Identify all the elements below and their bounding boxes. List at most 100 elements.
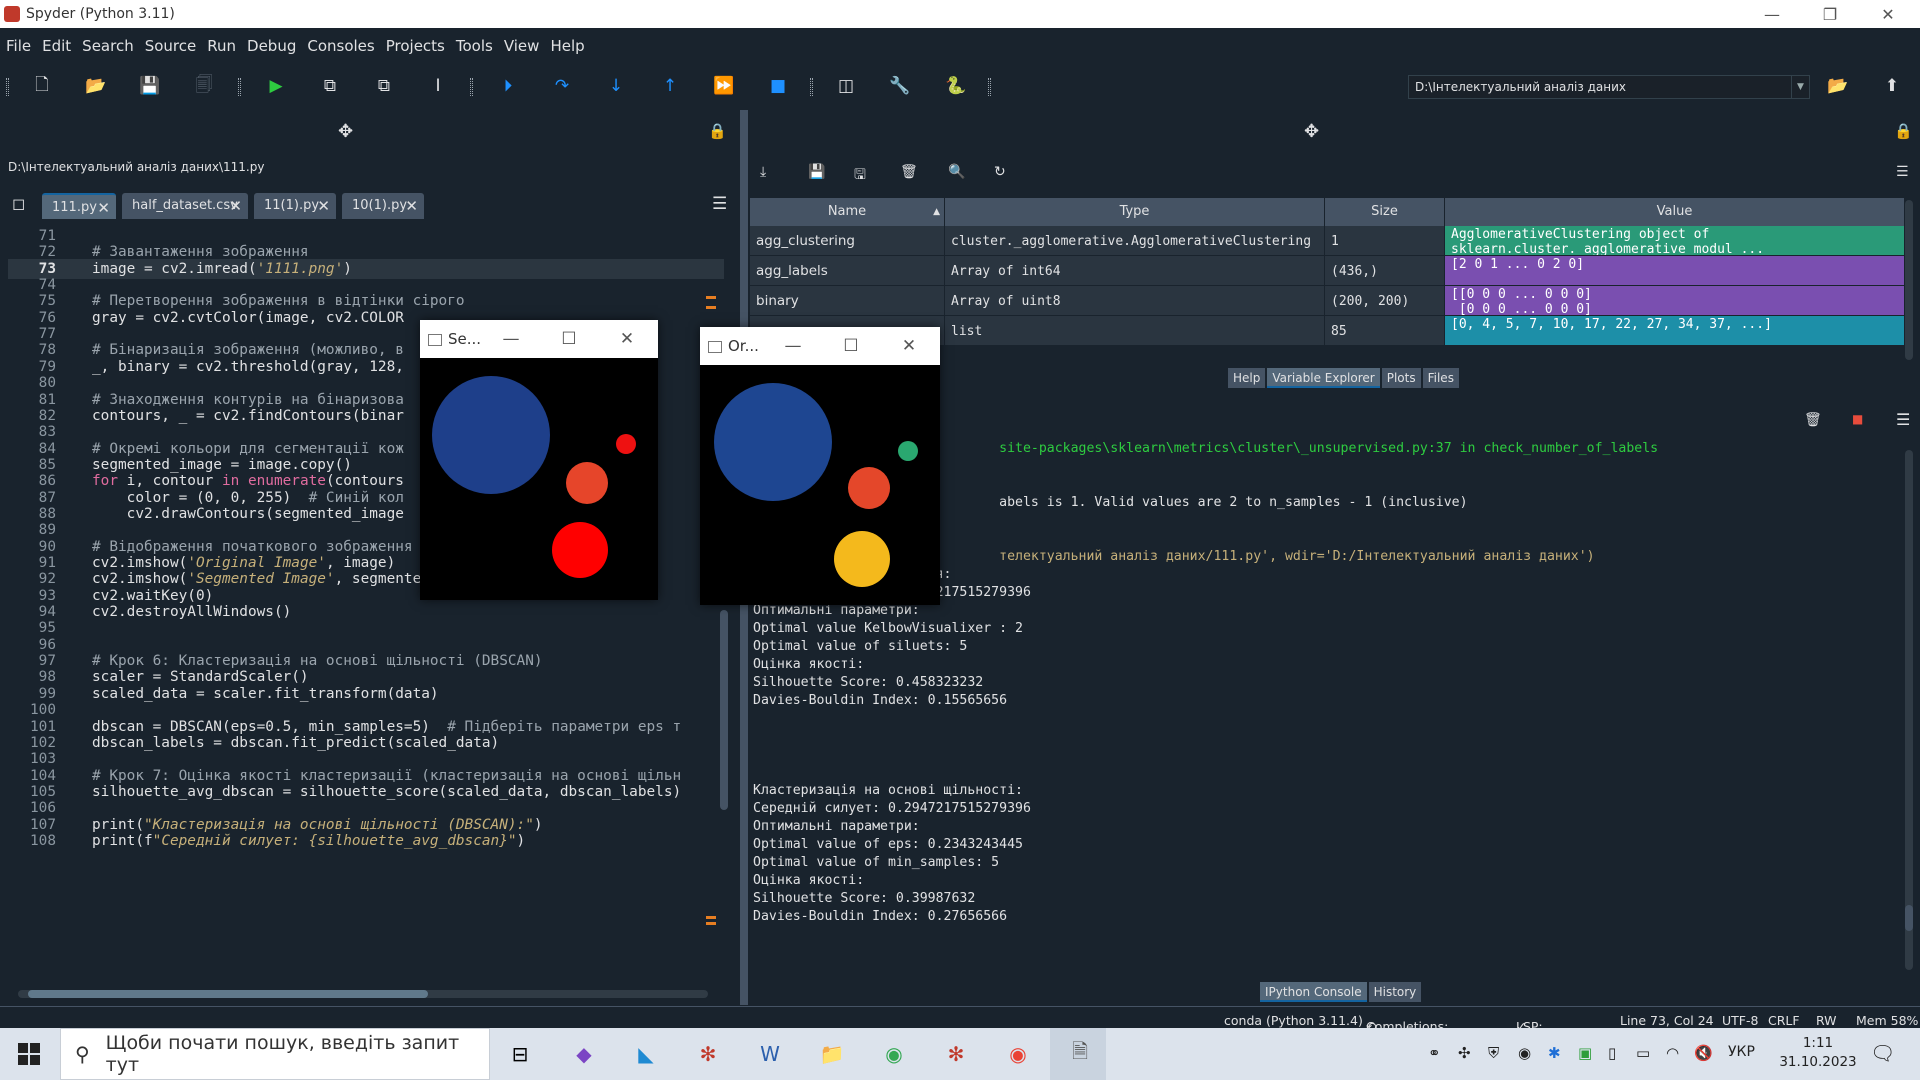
pane-tab-help[interactable]: Help: [1228, 368, 1266, 388]
active-document-icon[interactable]: 🗎: [1064, 1038, 1096, 1070]
wifi-icon[interactable]: ◠: [1666, 1044, 1679, 1062]
shield-icon[interactable]: ⛨: [1488, 1044, 1499, 1062]
bluetooth-icon[interactable]: ✱: [1548, 1044, 1561, 1062]
pane-tab-history[interactable]: History: [1368, 982, 1422, 1002]
task-view-icon[interactable]: ⊟: [504, 1038, 536, 1070]
variable-size-cell[interactable]: (200, 200): [1325, 286, 1445, 316]
variable-value-cell[interactable]: [[0 0 0 ... 0 0 0] [0 0 0 ... 0 0 0]: [1445, 286, 1905, 316]
save-all-icon[interactable]: 🗐: [192, 74, 216, 98]
variable-value-cell[interactable]: [2 0 1 ... 0 2 0]: [1445, 256, 1905, 286]
step-over-icon[interactable]: ↷: [550, 74, 574, 98]
open-file-icon[interactable]: 📂: [84, 74, 108, 98]
close-button[interactable]: ✕: [1859, 0, 1917, 28]
status-env[interactable]: conda (Python 3.11.4): [1224, 1013, 1363, 1028]
variable-size-cell[interactable]: 1: [1325, 226, 1445, 256]
parent-directory-icon[interactable]: ⬆: [1880, 74, 1904, 98]
continue-icon[interactable]: ⏩: [712, 74, 736, 98]
scroll-thumb[interactable]: [28, 990, 428, 998]
file-explorer-icon[interactable]: 📁: [816, 1038, 848, 1070]
close-tab-icon[interactable]: ✕: [229, 193, 242, 219]
variable-value-cell[interactable]: AgglomerativeClustering object of sklear…: [1445, 226, 1905, 256]
console-vertical-scrollbar[interactable]: [1905, 450, 1913, 970]
menu-edit[interactable]: Edit: [42, 37, 71, 55]
volume-muted-icon[interactable]: 🔇: [1694, 1044, 1713, 1062]
variable-size-cell[interactable]: 85: [1325, 316, 1445, 346]
chevron-down-icon[interactable]: ▼: [1791, 76, 1809, 98]
browse-folder-icon[interactable]: 📂: [1826, 74, 1850, 98]
tab-half-dataset[interactable]: half_dataset.csv ✕: [122, 193, 248, 219]
column-header-value[interactable]: Value: [1445, 198, 1905, 226]
vscode-icon[interactable]: ◣: [630, 1038, 662, 1070]
tab-111-py[interactable]: 111.py ✕: [42, 193, 116, 219]
import-data-icon[interactable]: ⤓: [760, 164, 766, 180]
options-menu-icon[interactable]: ☰: [1896, 164, 1909, 180]
chrome-icon[interactable]: ◉: [878, 1038, 910, 1070]
debug-icon[interactable]: ⏵: [496, 74, 520, 98]
editor-options-menu-icon[interactable]: ☰: [712, 194, 727, 214]
run-selection-icon[interactable]: I: [426, 74, 450, 98]
console-scroll-thumb[interactable]: [1905, 905, 1913, 931]
link-icon[interactable]: ⚭: [1428, 1044, 1441, 1062]
lock-icon[interactable]: 🔒: [708, 122, 727, 140]
maximize-button[interactable]: ☐: [540, 320, 598, 358]
tab-11-1-py[interactable]: 11(1).py ✕: [254, 193, 336, 219]
variable-type-cell[interactable]: Array of uint8: [945, 286, 1325, 316]
spyder-taskbar-icon[interactable]: ✻: [692, 1038, 724, 1070]
browse-tabs-icon[interactable]: ◻: [12, 194, 25, 213]
spyder-second-icon[interactable]: ✻: [940, 1038, 972, 1070]
clock[interactable]: 1:11 31.10.2023: [1778, 1034, 1858, 1072]
nvidia-icon[interactable]: ▣: [1578, 1044, 1592, 1062]
menu-consoles[interactable]: Consoles: [307, 37, 374, 55]
menu-view[interactable]: View: [504, 37, 540, 55]
remove-variables-icon[interactable]: 🗑: [1804, 412, 1822, 428]
maximize-pane-icon[interactable]: ◫: [834, 74, 858, 98]
console-options-menu-icon[interactable]: ☰: [1896, 410, 1910, 429]
refresh-icon[interactable]: ↻: [994, 164, 1006, 180]
variable-type-cell[interactable]: Array of int64: [945, 256, 1325, 286]
maximize-button[interactable]: ☐: [822, 327, 880, 365]
variable-size-cell[interactable]: (436,): [1325, 256, 1445, 286]
new-file-icon[interactable]: 🗋: [30, 74, 54, 98]
step-into-icon[interactable]: ↓: [604, 74, 628, 98]
menu-tools[interactable]: Tools: [456, 37, 493, 55]
tab-10-1-py[interactable]: 10(1).py ✕: [342, 193, 424, 219]
variable-name-cell[interactable]: binary: [750, 286, 945, 316]
minimize-button[interactable]: —: [482, 320, 540, 358]
preferences-wrench-icon[interactable]: 🔧: [888, 74, 912, 98]
notifications-icon[interactable]: 🗨: [1870, 1041, 1895, 1065]
editor-horizontal-scrollbar[interactable]: [18, 990, 708, 998]
pane-tab-files[interactable]: Files: [1422, 368, 1459, 388]
close-tab-icon[interactable]: ✕: [317, 193, 330, 219]
variable-type-cell[interactable]: list: [945, 316, 1325, 346]
editor-vertical-scrollbar[interactable]: [720, 610, 728, 810]
column-header-size[interactable]: Size: [1325, 198, 1445, 226]
pane-tab-ipython-console[interactable]: IPython Console: [1260, 982, 1367, 1002]
save-icon[interactable]: 💾: [138, 74, 162, 98]
chrome-tray-icon[interactable]: ◉: [1518, 1044, 1531, 1062]
stop-debug-icon[interactable]: ■: [766, 74, 790, 98]
move-pane-icon[interactable]: ✥: [1304, 121, 1319, 142]
menu-run[interactable]: Run: [207, 37, 236, 55]
close-tab-icon[interactable]: ✕: [97, 195, 110, 221]
variable-name-cell[interactable]: agg_clustering: [750, 226, 945, 256]
run-cell-icon[interactable]: ⧉: [318, 74, 342, 98]
segmented-image-window[interactable]: Se... — ☐ ✕: [420, 320, 658, 600]
variable-value-cell[interactable]: [0, 4, 5, 7, 10, 17, 22, 27, 34, 37, ...…: [1445, 316, 1905, 346]
run-cell-advance-icon[interactable]: ⧉: [372, 74, 396, 98]
menu-source[interactable]: Source: [145, 37, 197, 55]
pane-tab-plots[interactable]: Plots: [1381, 368, 1421, 388]
save-data-as-icon[interactable]: 🖫: [854, 164, 866, 188]
working-directory-combo[interactable]: D:\Інтелектуальний аналіз даних ▼: [1408, 75, 1810, 99]
column-header-type[interactable]: Type: [945, 198, 1325, 226]
menu-projects[interactable]: Projects: [386, 37, 445, 55]
code-line[interactable]: 108 print(f"Середній силует: {silhouette_…: [8, 831, 724, 851]
save-data-icon[interactable]: 💾: [808, 164, 825, 180]
close-button[interactable]: ✕: [598, 320, 656, 358]
close-button[interactable]: ✕: [880, 327, 938, 365]
interrupt-kernel-icon[interactable]: ■: [1852, 412, 1863, 426]
python-path-icon[interactable]: 🐍: [944, 74, 968, 98]
restore-button[interactable]: ❐: [1801, 0, 1859, 28]
battery-icon[interactable]: ▭: [1636, 1044, 1650, 1062]
start-button[interactable]: [0, 1028, 58, 1080]
original-image-window[interactable]: Or... — ☐ ✕: [700, 327, 940, 605]
